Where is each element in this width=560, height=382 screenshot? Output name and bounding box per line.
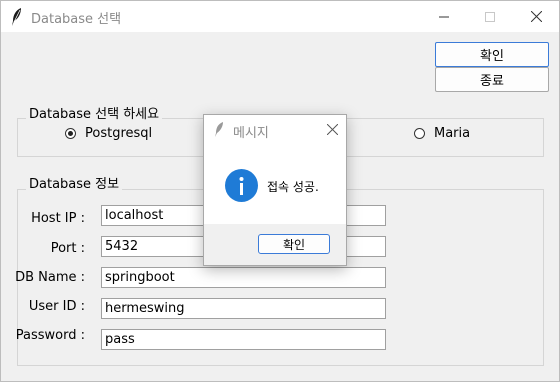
exit-button[interactable]: 종료 [435, 67, 549, 92]
maximize-icon [485, 11, 495, 22]
window-title: Database 선택 [31, 12, 122, 27]
radio-postgresql[interactable]: Postgresql [65, 126, 152, 141]
feather-icon [213, 121, 225, 138]
host-ip-label: Host IP : [31, 211, 85, 226]
title-bar[interactable]: Database 선택 [1, 1, 559, 32]
db-info-legend: Database 정보 [26, 173, 123, 192]
dialog-close-button[interactable] [324, 121, 340, 137]
db-name-field[interactable] [101, 267, 386, 288]
info-icon [225, 169, 258, 202]
password-label: Password : [15, 328, 85, 343]
radio-maria[interactable]: Maria [414, 126, 470, 141]
dialog-footer: 확인 [204, 224, 346, 265]
minimize-icon [439, 16, 449, 17]
port-label: Port : [50, 241, 85, 256]
dialog-title-bar[interactable]: 메시지 [204, 115, 346, 144]
feather-icon [10, 7, 24, 27]
radio-selected-icon [65, 128, 76, 139]
dialog-message: 접속 성공. [267, 180, 319, 194]
user-id-label: User ID : [28, 299, 85, 314]
radio-postgresql-label: Postgresql [85, 126, 153, 141]
radio-unselected-icon [414, 128, 425, 139]
dialog-ok-button[interactable]: 확인 [258, 234, 330, 254]
minimize-button[interactable] [421, 1, 467, 32]
radio-maria-label: Maria [434, 126, 471, 141]
password-field[interactable] [101, 329, 386, 350]
close-icon [530, 11, 542, 22]
close-icon [326, 123, 338, 135]
user-id-field[interactable] [101, 298, 386, 319]
maximize-button[interactable] [467, 1, 513, 32]
confirm-button[interactable]: 확인 [435, 42, 549, 67]
close-button[interactable] [513, 1, 559, 32]
dialog-title: 메시지 [233, 126, 269, 141]
db-select-legend: Database 선택 하세요 [26, 103, 163, 122]
db-name-label: DB Name : [15, 270, 85, 285]
message-dialog: 메시지 접속 성공. 확인 [203, 114, 347, 266]
